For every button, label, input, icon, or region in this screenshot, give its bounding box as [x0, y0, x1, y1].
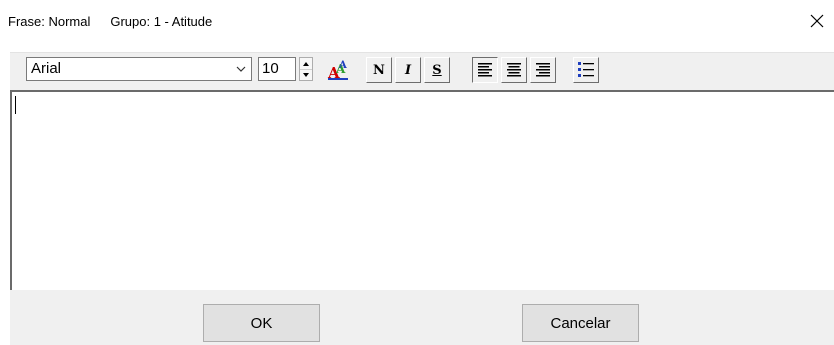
align-left-button[interactable] — [472, 57, 498, 83]
spin-down-button[interactable] — [300, 69, 312, 80]
font-family-select[interactable]: Arial — [26, 57, 252, 81]
align-center-button[interactable] — [501, 57, 527, 83]
ok-button[interactable]: OK — [203, 304, 320, 342]
close-button[interactable] — [800, 6, 834, 36]
font-color-button[interactable]: A A A — [325, 57, 351, 83]
bullet-list-button[interactable] — [573, 57, 599, 83]
spin-down-icon — [303, 72, 309, 77]
underline-label: S — [432, 62, 442, 78]
cancel-button[interactable]: Cancelar — [522, 304, 639, 342]
bold-label: N — [373, 62, 385, 78]
italic-button[interactable]: I — [395, 57, 421, 83]
font-family-value: Arial — [31, 60, 62, 77]
italic-label: I — [404, 62, 412, 78]
align-left-icon — [478, 63, 492, 77]
font-size-input[interactable]: 10 — [258, 57, 296, 81]
align-right-button[interactable] — [530, 57, 556, 83]
title-text: Frase: Normal Grupo: 1 - Atitude — [8, 14, 232, 29]
frase-label: Frase: Normal — [8, 14, 91, 29]
text-caret — [15, 96, 16, 114]
dialog-footer: OK Cancelar — [10, 290, 834, 345]
font-color-icon: A A A — [327, 60, 348, 81]
bullet-list-icon — [578, 62, 594, 77]
font-size-spinner — [299, 57, 313, 81]
font-size-value: 10 — [262, 60, 279, 77]
align-right-icon — [536, 63, 550, 77]
svg-text:A: A — [338, 60, 347, 71]
format-toolbar: Arial 10 A A A N I S — [10, 52, 834, 91]
align-center-icon — [507, 63, 521, 77]
grupo-label: Grupo: 1 - Atitude — [110, 14, 213, 29]
text-editor[interactable] — [10, 90, 834, 290]
close-icon — [810, 14, 824, 28]
dialog-window: Frase: Normal Grupo: 1 - Atitude Arial 10 — [0, 0, 834, 345]
bold-button[interactable]: N — [366, 57, 392, 83]
chevron-down-icon — [236, 66, 246, 72]
spin-up-icon — [303, 61, 309, 66]
underline-button[interactable]: S — [424, 57, 450, 83]
title-bar: Frase: Normal Grupo: 1 - Atitude — [0, 0, 834, 44]
